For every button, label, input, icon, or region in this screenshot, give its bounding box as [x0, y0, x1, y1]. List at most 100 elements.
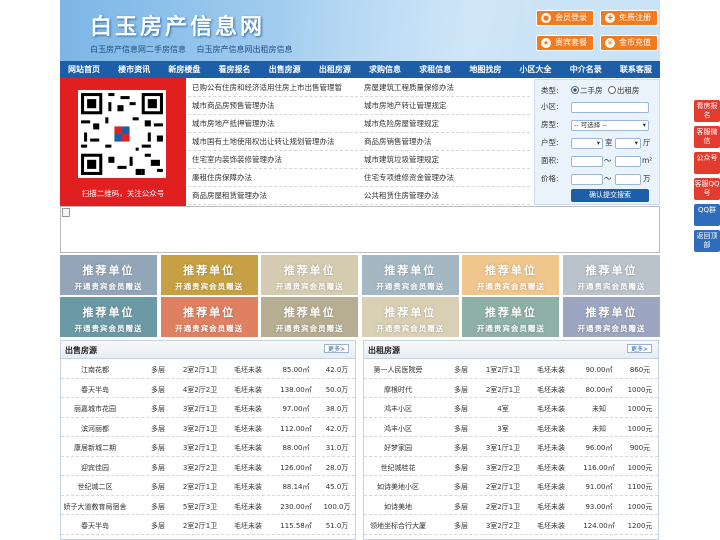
recommended-unit-ad[interactable]: 推荐单位 开通贵宾会员赠送: [60, 297, 157, 337]
nav-for-sale[interactable]: 出售房源: [269, 61, 301, 78]
listing-row[interactable]: 领地坐标合行大厦 多层 3室2厅2卫 毛坯未装 124.00㎡ 1200元: [364, 515, 658, 535]
register-button[interactable]: ✚ 免费注册: [600, 10, 658, 26]
listing-row[interactable]: 江南花都 多层 2室2厅1卫 毛坯未装 85.00㎡ 42.0万: [61, 359, 355, 379]
listing-row[interactable]: 优品上城多层2室2厅1卫毛坯未装86.00㎡45.0万: [61, 535, 355, 540]
recommended-unit-ad[interactable]: 推荐单位 开通贵宾会员赠送: [462, 297, 560, 337]
listing-community[interactable]: 鸿丰小区: [366, 404, 430, 414]
nav-for-rent[interactable]: 出租房源: [319, 61, 351, 78]
banner-image[interactable]: [60, 206, 660, 253]
recommended-unit-ad[interactable]: 推荐单位 开通贵宾会员赠送: [361, 255, 459, 295]
news-item[interactable]: 城市建筑垃圾管理规定: [360, 151, 530, 169]
coin-recharge-button[interactable]: ¥ 金币充值: [600, 35, 658, 51]
rooms-select[interactable]: ▾: [571, 138, 603, 149]
size-max-input[interactable]: [615, 156, 641, 167]
recommended-unit-ad[interactable]: 推荐单位 开通贵宾会员赠送: [563, 255, 660, 295]
news-item[interactable]: 住宅室内装饰装修管理办法: [188, 151, 358, 169]
recommended-unit-ad[interactable]: 推荐单位 开通贵宾会员赠送: [60, 255, 157, 295]
listing-row[interactable]: 好梦家园 多层 3室1厅1卫 毛坯未装 96.00㎡ 900元: [364, 437, 658, 457]
listing-community[interactable]: 第一人民医院旁: [366, 365, 430, 375]
listing-community[interactable]: 滨河丽都: [63, 424, 127, 434]
nav-wanted-rent[interactable]: 求租信息: [419, 61, 451, 78]
listing-row[interactable]: 摩根时代 多层 2室2厅1卫 毛坯未装 80.00㎡ 1000元: [364, 379, 658, 398]
listing-row[interactable]: 娇子大道教育局宿舍 多层 5室2厅3卫 毛坯未装 230.00㎡ 100.0万: [61, 496, 355, 515]
halls-select[interactable]: ▾: [615, 138, 641, 149]
news-item[interactable]: 商品房屋租赁管理办法: [188, 187, 358, 205]
sale-more-link[interactable]: 更多>: [323, 344, 349, 353]
listing-row[interactable]: 滨河丽都 多层 3室2厅1卫 毛坯未装 112.00㎡ 42.0万: [61, 418, 355, 437]
recommended-unit-ad[interactable]: 推荐单位 开通贵宾会员赠送: [261, 297, 359, 337]
recommended-unit-ad[interactable]: 推荐单位 开通贵宾会员赠送: [462, 255, 560, 295]
rent-more-link[interactable]: 更多>: [626, 344, 652, 353]
listing-community[interactable]: 春天半岛: [63, 385, 127, 395]
float-back-to-top[interactable]: 返回顶部: [694, 230, 720, 252]
listing-row[interactable]: 世纪城二区 多层 2室2厅1卫 毛坯未装 88.14㎡ 45.0万: [61, 476, 355, 496]
recommended-unit-ad[interactable]: 推荐单位 开通贵宾会员赠送: [361, 297, 459, 337]
news-item[interactable]: 城市危险房屋管理规定: [360, 115, 530, 133]
housing-type-select[interactable]: -- 可选择 -- ▾: [571, 120, 649, 131]
nav-contact[interactable]: 联系客服: [620, 61, 652, 78]
news-item[interactable]: 已购公有住房和经济适用住房上市出售管理暂: [188, 79, 358, 97]
listing-community[interactable]: 娇子大道教育局宿舍: [63, 502, 127, 512]
news-item[interactable]: 城市房地产转让管理规定: [360, 97, 530, 115]
listing-community[interactable]: 世纪城二区: [63, 482, 127, 492]
nav-new-homes[interactable]: 新房楼盘: [168, 61, 200, 78]
listing-community[interactable]: 江南花都: [63, 365, 127, 375]
recommended-unit-ad[interactable]: 推荐单位 开通贵宾会员赠送: [261, 255, 359, 295]
listing-row[interactable]: 世纪城桂花 多层 3室2厅2卫 毛坯未装 116.00㎡ 1000元: [364, 457, 658, 476]
nav-map-search[interactable]: 地图找房: [469, 61, 501, 78]
listing-row[interactable]: 康居新城二期 多层 3室2厅1卫 毛坯未装 88.00㎡ 31.0万: [61, 437, 355, 457]
float-qq-group[interactable]: QQ群: [694, 204, 720, 226]
listing-community[interactable]: 如诗美地: [366, 502, 430, 512]
float-service-qq[interactable]: 客服QQ号: [694, 178, 720, 200]
recommended-unit-ad[interactable]: 推荐单位 开通贵宾会员赠送: [160, 255, 258, 295]
news-item[interactable]: 城市商品房预售管理办法: [188, 97, 358, 115]
nav-wanted-buy[interactable]: 求购信息: [369, 61, 401, 78]
listing-community[interactable]: 世纪城桂花: [366, 463, 430, 473]
listing-community[interactable]: 丽嘉城市花园: [63, 404, 127, 414]
listing-community[interactable]: 如诗美地小区: [366, 482, 430, 492]
radio-rental[interactable]: [607, 86, 616, 94]
news-item[interactable]: 住宅专项维修资金管理办法: [360, 169, 530, 187]
listing-community[interactable]: 领地坐标合行大厦: [366, 521, 430, 531]
float-viewing-signup[interactable]: 看房报名: [694, 100, 720, 122]
listing-row[interactable]: 迎宾佳园 多层 3室2厅2卫 毛坯未装 126.00㎡ 28.0万: [61, 457, 355, 476]
news-item[interactable]: 城市房地产抵押管理办法: [188, 115, 358, 133]
nav-agencies[interactable]: 中介名录: [570, 61, 602, 78]
radio-secondhand[interactable]: [571, 86, 579, 94]
nav-home[interactable]: 网站首页: [68, 61, 100, 78]
listing-community[interactable]: 好梦家园: [366, 443, 430, 453]
size-min-input[interactable]: [571, 156, 603, 167]
login-button[interactable]: ● 会员登录: [536, 10, 594, 26]
listing-row[interactable]: 第一人民医院旁 多层 1室2厅1卫 毛坯未装 90.00㎡ 860元: [364, 359, 658, 379]
price-min-input[interactable]: [571, 174, 603, 185]
listing-community[interactable]: 迎宾佳园: [63, 463, 127, 473]
listing-community[interactable]: 春天半岛: [63, 521, 127, 531]
news-item[interactable]: 廉租住房保障办法: [188, 169, 358, 187]
listing-row[interactable]: 春天半岛 多层 4室2厅2卫 毛坯未装 138.00㎡ 50.0万: [61, 379, 355, 398]
listing-row[interactable]: 如诗美地小区 多层 2室2厅1卫 毛坯未装 91.00㎡ 1100元: [364, 476, 658, 496]
news-item[interactable]: 商品房销售管理办法: [360, 133, 530, 151]
listing-row[interactable]: 鸿丰小区 多层 3室 毛坯未装 未知 1000元: [364, 418, 658, 437]
listing-row[interactable]: 南门市场内多层2室2厅1卫毛坯未装86.00㎡1000元: [364, 535, 658, 540]
nav-viewing-signup[interactable]: 看房报名: [219, 61, 251, 78]
recommended-unit-ad[interactable]: 推荐单位 开通贵宾会员赠送: [563, 297, 660, 337]
listing-community[interactable]: 康居新城二期: [63, 443, 127, 453]
news-item[interactable]: 公共租赁住房管理办法: [360, 187, 530, 205]
search-submit-button[interactable]: 确认提交搜索: [571, 189, 649, 202]
nav-communities[interactable]: 小区大全: [520, 61, 552, 78]
listing-row[interactable]: 如诗美地 多层 2室2厅1卫 毛坯未装 93.00㎡ 1000元: [364, 496, 658, 515]
community-input[interactable]: [571, 102, 649, 113]
news-item[interactable]: 房屋建筑工程质量保修办法: [360, 79, 530, 97]
listing-community[interactable]: 摩根时代: [366, 385, 430, 395]
listing-row[interactable]: 春天半岛 多层 2室2厅1卫 毛坯未装 115.58㎡ 51.0万: [61, 515, 355, 535]
nav-news[interactable]: 楼市资讯: [118, 61, 150, 78]
news-item[interactable]: 城市国有土地使用权出让转让规划管理办法: [188, 133, 358, 151]
recommended-unit-ad[interactable]: 推荐单位 开通贵宾会员赠送: [160, 297, 258, 337]
site-title[interactable]: 白玉房产信息网: [90, 9, 265, 41]
float-service-wechat[interactable]: 客服微信: [694, 126, 720, 148]
vip-package-button[interactable]: ★ 贵宾套餐: [536, 35, 594, 51]
price-max-input[interactable]: [615, 174, 641, 185]
float-official-account[interactable]: 公众号: [694, 152, 720, 174]
listing-row[interactable]: 鸿丰小区 多层 4室 毛坯未装 未知 1000元: [364, 398, 658, 418]
listing-community[interactable]: 鸿丰小区: [366, 424, 430, 434]
